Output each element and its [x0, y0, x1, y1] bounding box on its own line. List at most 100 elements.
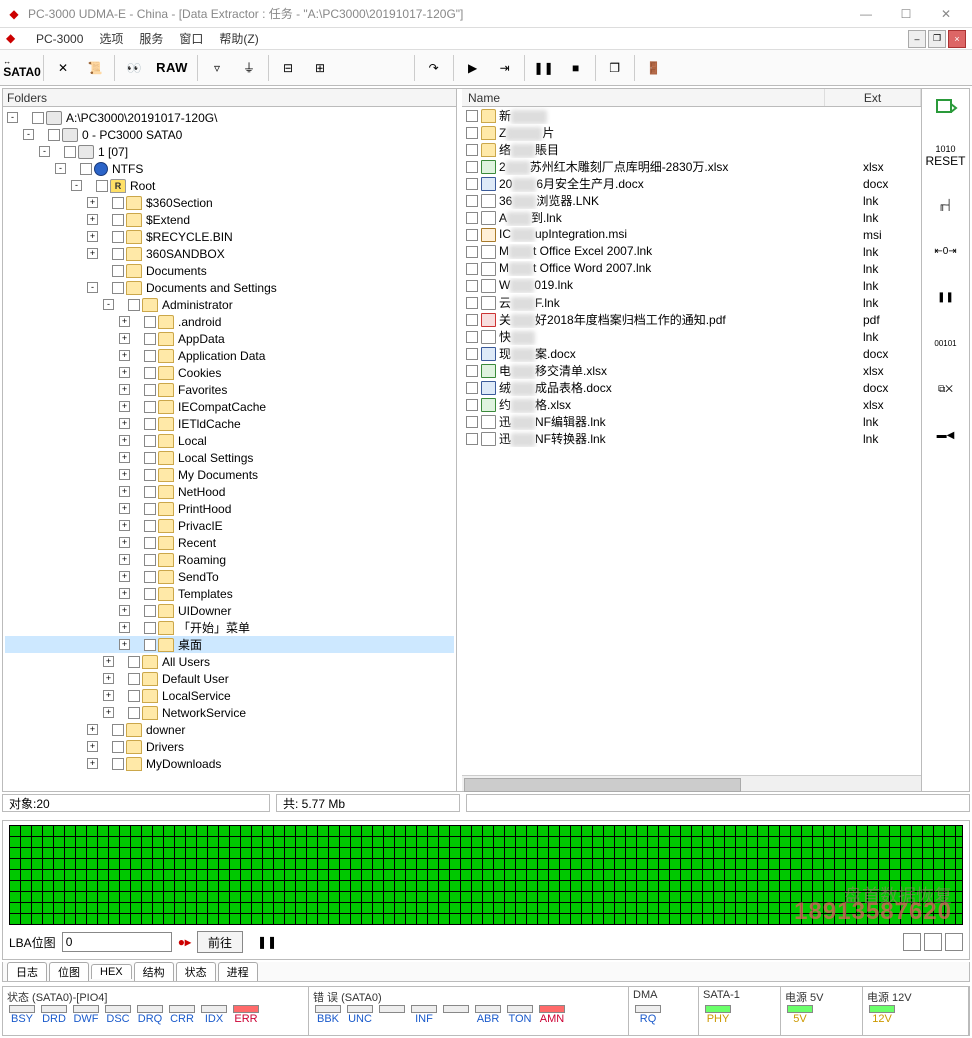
- expander-icon[interactable]: +: [119, 418, 130, 429]
- checkbox[interactable]: [112, 758, 124, 770]
- checkbox[interactable]: [144, 435, 156, 447]
- file-row[interactable]: 关xxxx好2018年度档案归档工作的通知.pdfpdf: [462, 311, 921, 328]
- checkbox[interactable]: [466, 382, 478, 394]
- checkbox[interactable]: [32, 112, 44, 124]
- checkbox[interactable]: [144, 452, 156, 464]
- files-list[interactable]: 新xxxxxxZxxxxxx片络xxxx賬目2xxxx苏州红木雕刻厂点库明细-2…: [462, 107, 921, 775]
- expander-icon[interactable]: +: [87, 724, 98, 735]
- expander-icon[interactable]: +: [119, 469, 130, 480]
- expander-icon[interactable]: +: [119, 639, 130, 650]
- checkbox[interactable]: [96, 180, 108, 192]
- tree-item[interactable]: Documents: [5, 262, 454, 279]
- menu-app[interactable]: PC-3000: [28, 30, 91, 48]
- tree-item[interactable]: +360SANDBOX: [5, 245, 454, 262]
- checkbox[interactable]: [144, 503, 156, 515]
- checkbox[interactable]: [112, 741, 124, 753]
- checkbox[interactable]: [144, 588, 156, 600]
- checkbox[interactable]: [128, 656, 140, 668]
- expander-icon[interactable]: +: [103, 707, 114, 718]
- plug-button[interactable]: ▬◀: [929, 421, 963, 449]
- record-icon[interactable]: ●▸: [178, 935, 191, 949]
- expander-icon[interactable]: +: [87, 214, 98, 225]
- checkbox[interactable]: [466, 331, 478, 343]
- pause-btn-small[interactable]: ❚❚: [257, 935, 277, 949]
- expander-icon[interactable]: +: [87, 248, 98, 259]
- checkbox[interactable]: [144, 571, 156, 583]
- checkbox[interactable]: [144, 333, 156, 345]
- tab-日志[interactable]: 日志: [7, 962, 47, 981]
- tree-item[interactable]: -0 - PC3000 SATA0: [5, 126, 454, 143]
- expander-icon[interactable]: -: [87, 282, 98, 293]
- expander-icon[interactable]: +: [119, 367, 130, 378]
- checkbox[interactable]: [112, 265, 124, 277]
- tree-item[interactable]: +My Documents: [5, 466, 454, 483]
- tree-item[interactable]: +$360Section: [5, 194, 454, 211]
- tree-item[interactable]: +Roaming: [5, 551, 454, 568]
- tree-item[interactable]: +「开始」菜单: [5, 619, 454, 636]
- funnel-button[interactable]: ⏚: [234, 53, 264, 83]
- checkbox[interactable]: [144, 605, 156, 617]
- expander-icon[interactable]: +: [87, 741, 98, 752]
- play-button[interactable]: ▶: [458, 53, 488, 83]
- checkbox[interactable]: [112, 724, 124, 736]
- tree-item[interactable]: +.android: [5, 313, 454, 330]
- tree-expand-button[interactable]: ⊞: [305, 53, 335, 83]
- file-row[interactable]: 络xxxx賬目: [462, 141, 921, 158]
- file-row[interactable]: Zxxxxxx片: [462, 124, 921, 141]
- pause-button[interactable]: ❚❚: [529, 53, 559, 83]
- column-ext[interactable]: Ext: [825, 89, 921, 106]
- tree-item[interactable]: +Local: [5, 432, 454, 449]
- checkbox[interactable]: [144, 350, 156, 362]
- expander-icon[interactable]: +: [119, 316, 130, 327]
- checkbox[interactable]: [112, 282, 124, 294]
- checkbox[interactable]: [144, 639, 156, 651]
- file-row[interactable]: 云xxxxF.lnklnk: [462, 294, 921, 311]
- expander-icon[interactable]: +: [103, 673, 114, 684]
- file-row[interactable]: Mxxxxt Office Word 2007.lnklnk: [462, 260, 921, 277]
- file-row[interactable]: 迅xxxxNF转换器.lnklnk: [462, 430, 921, 447]
- menu-help[interactable]: 帮助(Z): [211, 28, 266, 49]
- file-row[interactable]: 快xxxxlnk: [462, 328, 921, 345]
- maximize-button[interactable]: ☐: [886, 0, 926, 28]
- minimize-button[interactable]: —: [846, 0, 886, 28]
- tab-进程[interactable]: 进程: [218, 962, 258, 981]
- expander-icon[interactable]: +: [119, 571, 130, 582]
- tree-item[interactable]: +Favorites: [5, 381, 454, 398]
- file-row[interactable]: 36xxxx浏览器.LNKlnk: [462, 192, 921, 209]
- tree-item[interactable]: +Recent: [5, 534, 454, 551]
- expander-icon[interactable]: -: [23, 129, 34, 140]
- expander-icon[interactable]: +: [103, 656, 114, 667]
- expander-icon[interactable]: +: [119, 537, 130, 548]
- checkbox[interactable]: [128, 673, 140, 685]
- expander-icon[interactable]: +: [87, 231, 98, 242]
- tree-item[interactable]: +Drivers: [5, 738, 454, 755]
- expander-icon[interactable]: +: [119, 588, 130, 599]
- lba-input[interactable]: [62, 932, 172, 952]
- checkbox[interactable]: [466, 348, 478, 360]
- checkbox[interactable]: [466, 110, 478, 122]
- tab-状态[interactable]: 状态: [176, 962, 216, 981]
- file-row[interactable]: 20xxxx6月安全生产月.docxdocx: [462, 175, 921, 192]
- checkbox[interactable]: [112, 197, 124, 209]
- checkbox[interactable]: [144, 384, 156, 396]
- expander-icon[interactable]: +: [103, 690, 114, 701]
- reset-button[interactable]: 1010RESET: [929, 139, 963, 173]
- tree-item[interactable]: +Application Data: [5, 347, 454, 364]
- binary-button[interactable]: 00101: [929, 329, 963, 357]
- expander-icon[interactable]: +: [119, 350, 130, 361]
- checkbox[interactable]: [466, 212, 478, 224]
- tree-item[interactable]: +IECompatCache: [5, 398, 454, 415]
- menu-window[interactable]: 窗口: [171, 28, 211, 49]
- file-row[interactable]: 迅xxxxNF编辑器.lnklnk: [462, 413, 921, 430]
- checkbox[interactable]: [466, 433, 478, 445]
- tree-item[interactable]: +downer: [5, 721, 454, 738]
- expander-icon[interactable]: -: [55, 163, 66, 174]
- checkbox[interactable]: [144, 486, 156, 498]
- checkbox[interactable]: [466, 144, 478, 156]
- checkbox[interactable]: [466, 127, 478, 139]
- tree-item[interactable]: +NetHood: [5, 483, 454, 500]
- tree-item[interactable]: +IETldCache: [5, 415, 454, 432]
- checkbox[interactable]: [466, 263, 478, 275]
- tree-item[interactable]: +All Users: [5, 653, 454, 670]
- tree-item[interactable]: +Cookies: [5, 364, 454, 381]
